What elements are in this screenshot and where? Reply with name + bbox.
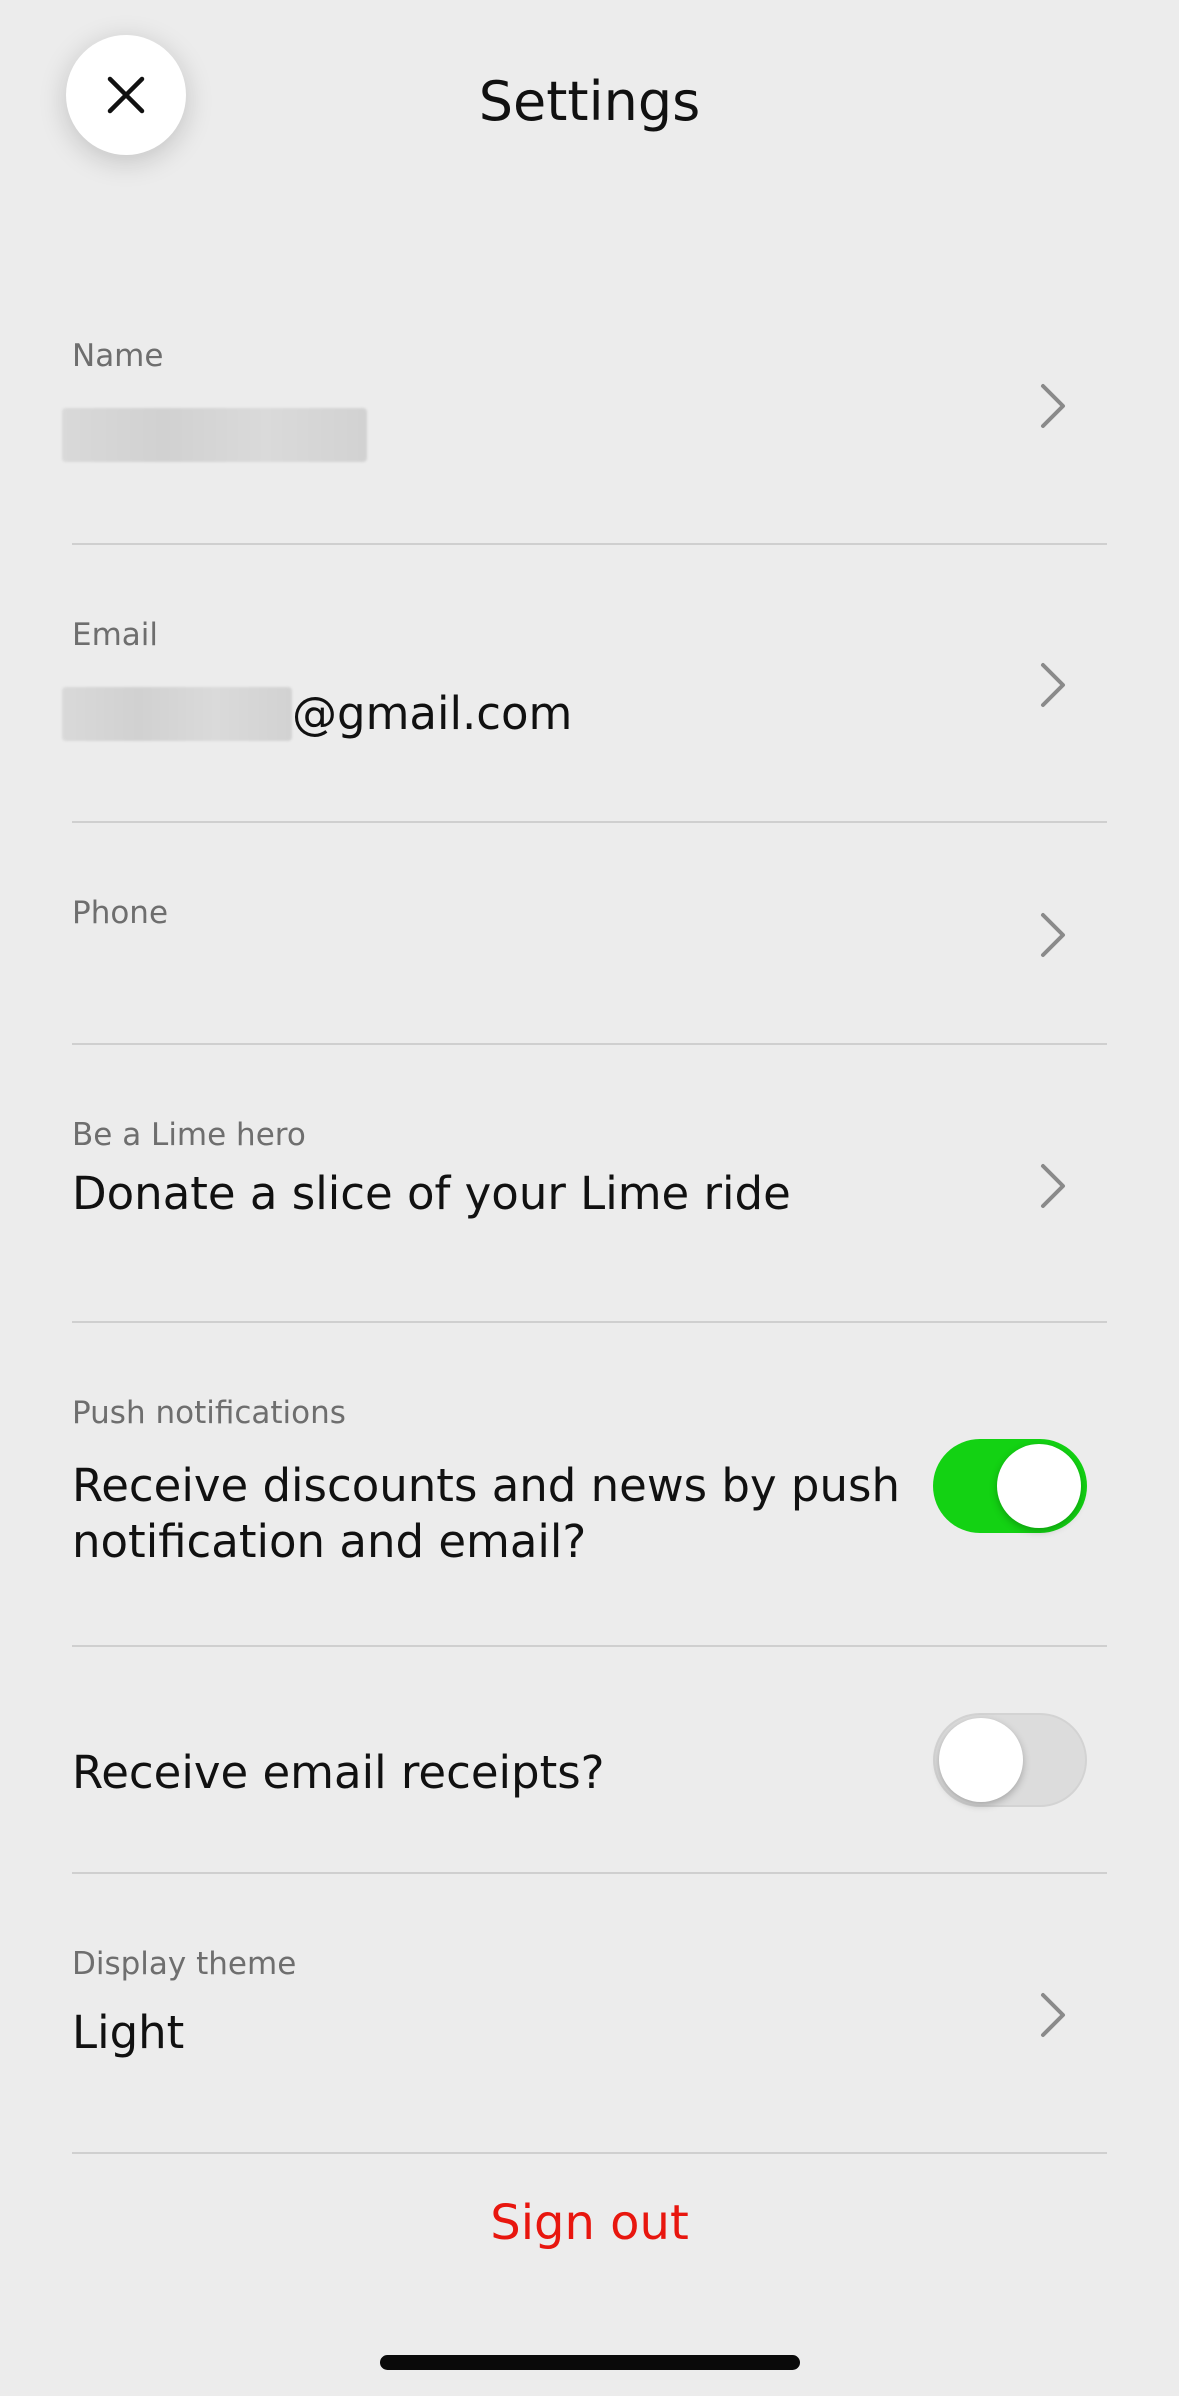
home-indicator[interactable] <box>380 2355 800 2370</box>
sign-out-button[interactable]: Sign out <box>0 2195 1179 2251</box>
push-description-line1: Receive discounts and news by push <box>72 1459 900 1512</box>
email-value-redacted <box>62 687 292 741</box>
page-title: Settings <box>478 70 701 133</box>
settings-row-push-notifications: Push notifications Receive discounts and… <box>72 1323 1107 1647</box>
chevron-right-icon <box>1039 661 1067 709</box>
chevron-right-icon <box>1039 1991 1067 2039</box>
name-value-redacted <box>62 408 367 462</box>
chevron-right-icon <box>1039 911 1067 959</box>
settings-row-display-theme[interactable]: Display theme Light <box>72 1874 1107 2154</box>
settings-row-lime-hero[interactable]: Be a Lime hero Donate a slice of your Li… <box>72 1045 1107 1323</box>
toggle-knob <box>939 1718 1023 1802</box>
lime-hero-label: Be a Lime hero <box>72 1117 306 1153</box>
push-notifications-toggle[interactable] <box>933 1439 1087 1533</box>
settings-row-email[interactable]: Email @gmail.com <box>62 545 1107 823</box>
email-receipts-label: Receive email receipts? <box>72 1746 605 1799</box>
email-label: Email <box>72 617 159 653</box>
chevron-right-icon <box>1039 382 1067 430</box>
theme-label: Display theme <box>72 1946 297 1982</box>
email-receipts-toggle[interactable] <box>933 1713 1087 1807</box>
name-label: Name <box>72 338 164 374</box>
theme-value: Light <box>72 2006 185 2059</box>
settings-row-name[interactable]: Name <box>62 300 1107 545</box>
email-value-suffix: @gmail.com <box>292 687 573 740</box>
push-label: Push notifications <box>72 1395 346 1431</box>
push-description-line2: notification and email? <box>72 1515 587 1568</box>
chevron-right-icon <box>1039 1162 1067 1210</box>
lime-hero-value: Donate a slice of your Lime ride <box>72 1167 791 1220</box>
toggle-knob <box>997 1444 1081 1528</box>
phone-label: Phone <box>72 895 169 931</box>
settings-row-phone[interactable]: Phone <box>72 823 1107 1045</box>
settings-row-email-receipts: Receive email receipts? <box>72 1647 1107 1874</box>
